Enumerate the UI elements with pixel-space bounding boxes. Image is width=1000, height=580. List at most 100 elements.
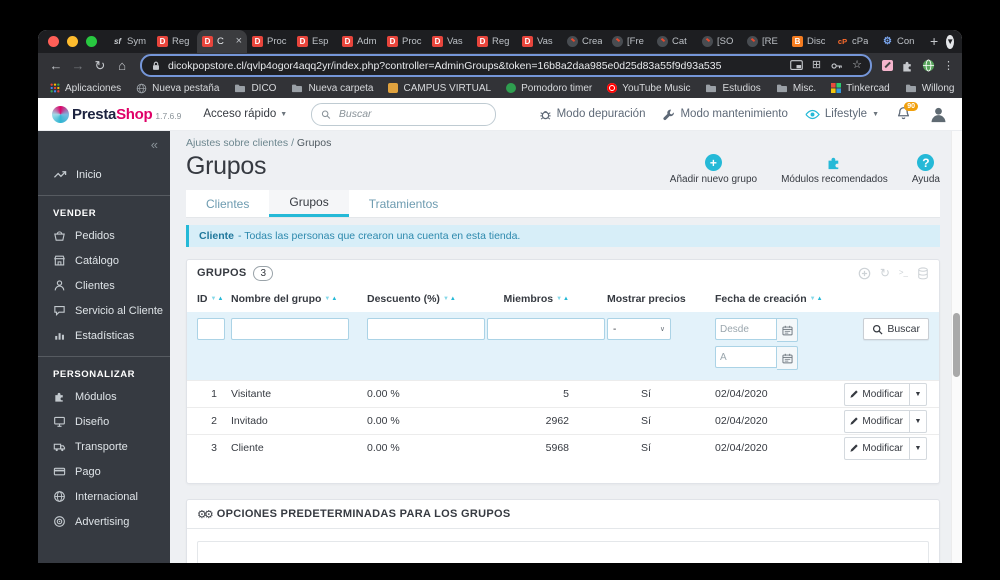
view-shop-dropdown[interactable]: Lifestyle ▼ <box>805 108 879 120</box>
column-header-fecha[interactable]: Fecha de creación ▼ ▲ <box>715 293 843 305</box>
column-header-descuento[interactable]: Descuento (%) ▼ ▲ <box>367 293 487 305</box>
calendar-button[interactable] <box>777 346 798 370</box>
reload-icon[interactable]: ↻ <box>90 59 110 72</box>
browser-menu-icon[interactable]: ⋮ <box>943 59 954 72</box>
filter-date-to-input[interactable] <box>715 346 777 368</box>
bookmark-item[interactable]: YouTube Music <box>607 83 690 94</box>
sort-icons[interactable]: ▼ ▲ <box>810 296 823 302</box>
browser-tab[interactable]: Crea <box>562 30 607 53</box>
browser-tab[interactable]: B Disc <box>787 30 832 53</box>
bookmark-folder[interactable]: Estudios <box>705 83 761 94</box>
browser-tab[interactable]: D Adm <box>337 30 382 53</box>
tab-tratamientos[interactable]: Tratamientos <box>349 190 459 217</box>
tab-groups-icon[interactable]: ⊞ <box>812 60 821 71</box>
bookmark-folder[interactable]: Misc. <box>776 83 816 94</box>
sidebar-item-inicio[interactable]: Inicio <box>38 162 170 187</box>
sort-icons[interactable]: ▼ ▲ <box>324 296 337 302</box>
browser-tab[interactable]: D Proc <box>382 30 427 53</box>
browser-tab[interactable]: Cat <box>652 30 697 53</box>
bookmark-item[interactable]: CAMPUS VIRTUAL <box>388 83 491 94</box>
refresh-icon[interactable]: ↻ <box>880 267 890 279</box>
tab-clientes[interactable]: Clientes <box>186 190 269 217</box>
browser-tab[interactable]: [RE <box>742 30 787 53</box>
extension-globe-icon[interactable] <box>922 59 935 72</box>
tab-search-button[interactable]: ▼ <box>946 34 955 49</box>
bookmark-item[interactable]: Tinkercad <box>831 83 890 94</box>
filter-descuento-input[interactable] <box>367 318 485 340</box>
browser-tab[interactable]: [Fre <box>607 30 652 53</box>
sidebar-item-servicio-al-cliente[interactable]: Servicio al Cliente <box>38 298 170 323</box>
prestashop-logo[interactable]: PrestaShop 1.7.6.9 <box>52 105 181 123</box>
bookmark-folder[interactable]: DICO <box>234 83 276 94</box>
quick-access-dropdown[interactable]: Acceso rápido ▼ <box>203 108 287 120</box>
browser-tab[interactable]: [SO <box>697 30 742 53</box>
table-row[interactable]: 1 Visitante 0.00 % 5 Sí 02/04/2020 Modif… <box>187 380 939 407</box>
back-icon[interactable]: ← <box>46 59 66 72</box>
chevron-down-icon[interactable]: ▼ <box>910 391 926 398</box>
maintenance-mode-button[interactable]: Modo mantenimiento <box>662 108 788 121</box>
bookmark-item[interactable]: Pomodoro timer <box>506 83 592 94</box>
sidebar-item-estadisticas[interactable]: Estadísticas <box>38 323 170 348</box>
filter-miembros-input[interactable] <box>487 318 605 340</box>
calendar-button[interactable] <box>777 318 798 342</box>
scrollbar-thumb[interactable] <box>953 313 960 377</box>
filter-nombre-input[interactable] <box>231 318 349 340</box>
modify-button[interactable]: Modificar ▼ <box>844 436 927 460</box>
browser-tab[interactable]: cP cPa <box>832 30 877 53</box>
bookmark-item[interactable]: Nueva pestaña <box>136 83 219 94</box>
bookmark-folder[interactable]: Willong <box>905 83 955 94</box>
sidebar-item-diseno[interactable]: Diseño <box>38 409 170 434</box>
forward-icon[interactable]: → <box>68 59 88 72</box>
column-header-nombre[interactable]: Nombre del grupo ▼ ▲ <box>231 293 367 305</box>
browser-tab[interactable]: sf Sym <box>107 30 152 53</box>
browser-tab[interactable]: D Vas <box>517 30 562 53</box>
add-icon[interactable] <box>858 267 871 280</box>
media-controls-icon[interactable] <box>790 60 803 71</box>
breadcrumb-parent[interactable]: Ajustes sobre clientes <box>186 137 288 149</box>
extensions-puzzle-icon[interactable] <box>901 59 914 72</box>
sort-icons[interactable]: ▼ ▲ <box>443 296 456 302</box>
debug-mode-button[interactable]: Modo depuración <box>539 108 645 121</box>
column-header-id[interactable]: ID ▼ ▲ <box>197 293 231 305</box>
filter-precios-select[interactable]: - ∨ <box>607 318 671 340</box>
table-row[interactable]: 2 Invitado 0.00 % 2962 Sí 02/04/2020 Mod… <box>187 407 939 434</box>
page-scrollbar[interactable] <box>951 131 962 563</box>
recommended-modules-button[interactable]: Módulos recomendados <box>781 154 888 185</box>
sidebar-item-advertising[interactable]: Advertising <box>38 509 170 534</box>
zoom-window-button[interactable] <box>86 36 97 47</box>
bookmark-star-icon[interactable]: ☆ <box>852 60 862 71</box>
password-key-icon[interactable] <box>830 60 843 72</box>
table-row[interactable]: 3 Cliente 0.00 % 5968 Sí 02/04/2020 Modi… <box>187 434 939 461</box>
sidebar-item-internacional[interactable]: Internacional <box>38 484 170 509</box>
account-avatar[interactable] <box>929 105 948 124</box>
sidebar-item-pago[interactable]: Pago <box>38 459 170 484</box>
admin-search[interactable] <box>311 102 497 126</box>
filter-id-input[interactable] <box>197 318 225 340</box>
sidebar-item-pedidos[interactable]: Pedidos <box>38 223 170 248</box>
add-group-button[interactable]: + Añadir nuevo grupo <box>670 154 757 185</box>
column-header-miembros[interactable]: Miembros ▼ ▲ <box>487 293 607 305</box>
browser-tab-active[interactable]: D C × <box>197 30 247 53</box>
modify-button[interactable]: Modificar ▼ <box>844 382 927 406</box>
help-button[interactable]: ? Ayuda <box>912 154 940 185</box>
search-button[interactable]: Buscar <box>863 318 929 340</box>
filter-date-from-input[interactable] <box>715 318 777 340</box>
browser-tab[interactable]: D Proc <box>247 30 292 53</box>
sql-console-icon[interactable]: >_ <box>899 269 908 277</box>
browser-tab[interactable]: ⚙ Con <box>877 30 922 53</box>
browser-tab[interactable]: D Reg <box>472 30 517 53</box>
collapse-sidebar-button[interactable]: « <box>38 135 170 152</box>
minimize-window-button[interactable] <box>67 36 78 47</box>
sort-icons[interactable]: ▼ ▲ <box>211 296 224 302</box>
browser-tab[interactable]: D Reg <box>152 30 197 53</box>
chevron-down-icon[interactable]: ▼ <box>910 445 926 452</box>
search-input[interactable] <box>336 107 487 121</box>
notifications-button[interactable]: 90 <box>896 102 918 122</box>
close-tab-icon[interactable]: × <box>236 36 242 47</box>
bookmark-folder[interactable]: Nueva carpeta <box>291 83 373 94</box>
sort-icons[interactable]: ▼ ▲ <box>556 296 569 302</box>
home-icon[interactable]: ⌂ <box>112 59 132 72</box>
modify-button[interactable]: Modificar ▼ <box>844 409 927 433</box>
extension-marker-icon[interactable] <box>882 60 893 71</box>
address-bar[interactable]: dicokpopstore.cl/qvlp4ogor4aqq2yr/index.… <box>140 54 872 77</box>
